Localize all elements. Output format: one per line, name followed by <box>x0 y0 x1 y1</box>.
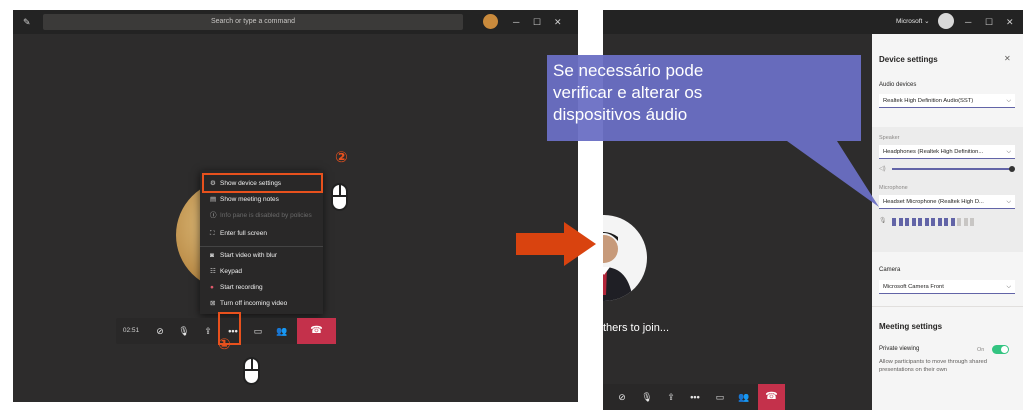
minimize-icon[interactable]: ─ <box>965 10 971 34</box>
private-viewing-state: On <box>977 347 985 353</box>
person-photo <box>603 232 633 301</box>
hang-up-button[interactable]: ☎ <box>297 318 336 344</box>
callout-text: Se necessário pode verificar e alterar o… <box>553 61 704 124</box>
title-bar: Microsoft ⌄ ─ ☐ ✕ <box>603 10 1023 34</box>
private-viewing-label: Private viewing <box>879 346 920 352</box>
chevron-down-icon: ⌵ <box>1006 199 1011 205</box>
title-bar: ✎ Search or type a command ─ ☐ ✕ <box>13 10 578 34</box>
keypad-icon: ☷ <box>210 268 216 275</box>
mic-level-bar <box>963 218 968 226</box>
call-controls: ⊘ 🎙 ⇪ ••• ▭ 👥 ☎ <box>603 384 785 410</box>
toggle-knob <box>1001 346 1008 353</box>
audio-devices-select[interactable]: Realtek High Definition Audio(SST) ⌵ <box>879 94 1015 108</box>
menu-item-info-pane: ⓘ Info pane is disabled by policies <box>200 208 323 224</box>
menu-divider <box>200 246 323 247</box>
menu-item-keypad[interactable]: ☷ Keypad <box>200 264 323 280</box>
minimize-icon[interactable]: ─ <box>513 10 519 34</box>
avatar[interactable] <box>938 13 954 29</box>
mic-level-bar <box>924 218 929 226</box>
section-divider <box>872 306 1023 307</box>
mic-level-bar <box>911 218 916 226</box>
close-icon[interactable]: ✕ <box>1004 54 1011 63</box>
menu-item-turn-off-incoming-video[interactable]: ⊠ Turn off incoming video <box>200 296 323 312</box>
search-input[interactable]: Search or type a command <box>43 14 463 30</box>
compose-icon[interactable]: ✎ <box>23 10 31 34</box>
left-teams-window: ✎ Search or type a command ─ ☐ ✕ ⚙ Show d… <box>13 10 578 402</box>
mic-level-bar <box>931 218 935 226</box>
step-1-marker: ① <box>218 335 231 353</box>
call-timer: 02:51 <box>122 327 140 334</box>
menu-item-start-recording[interactable]: ● Start recording <box>200 280 323 296</box>
camera-off-icon[interactable]: ⊘ <box>149 318 171 344</box>
hang-up-button[interactable]: ☎ <box>758 384 785 410</box>
private-viewing-description: Allow participants to move through share… <box>879 359 987 373</box>
microphone-level-meter <box>892 218 982 226</box>
blur-icon: ◙ <box>210 252 214 259</box>
mic-level-bar <box>957 218 961 226</box>
mouse-icon <box>331 183 348 211</box>
notes-icon: ▤ <box>210 196 217 203</box>
mic-level-bar <box>944 218 948 226</box>
share-screen-icon[interactable]: ⇪ <box>197 318 219 344</box>
avatar[interactable] <box>483 14 498 29</box>
camera-label: Camera <box>879 267 901 273</box>
chevron-down-icon: ⌵ <box>1006 149 1011 155</box>
mic-level-bar <box>970 218 974 226</box>
speaker-volume-knob[interactable] <box>1009 166 1015 172</box>
speaker-volume-slider[interactable] <box>892 166 1015 172</box>
device-settings-panel: Device settings ✕ Audio devices Realtek … <box>872 34 1023 410</box>
mic-level-bar <box>918 218 922 226</box>
participants-icon[interactable]: 👥 <box>733 384 755 410</box>
meeting-settings-title: Meeting settings <box>879 322 943 331</box>
menu-item-show-meeting-notes[interactable]: ▤ Show meeting notes <box>200 192 323 208</box>
microphone-icon[interactable]: 🎙 <box>636 384 658 410</box>
mic-level-bar <box>905 218 909 226</box>
panel-title: Device settings <box>879 55 938 64</box>
step-2-marker: ② <box>335 148 348 166</box>
mic-level-bar <box>892 218 896 226</box>
info-icon: ⓘ <box>210 212 217 219</box>
fullscreen-icon: ⛶ <box>210 230 215 237</box>
tenant-switcher[interactable]: Microsoft ⌄ <box>896 10 930 34</box>
camera-select[interactable]: Microsoft Camera Front ⌵ <box>879 280 1015 294</box>
more-actions-button[interactable]: ••• <box>684 384 706 410</box>
private-viewing-toggle[interactable] <box>992 345 1009 354</box>
maximize-icon[interactable]: ☐ <box>985 10 993 34</box>
mic-level-bar <box>898 218 903 226</box>
close-icon[interactable]: ✕ <box>1006 10 1014 34</box>
mic-level-bar <box>950 218 955 226</box>
mic-level-bar <box>937 218 942 226</box>
arrow-right-icon <box>516 222 596 266</box>
chevron-down-icon: ⌵ <box>1006 98 1011 104</box>
participant-avatar <box>603 215 647 301</box>
record-icon: ● <box>210 284 214 291</box>
video-off-icon: ⊠ <box>210 300 216 307</box>
mouse-icon <box>243 357 260 385</box>
microphone-level-icon: 🎙 <box>879 218 887 224</box>
microphone-icon[interactable]: 🎙 <box>173 318 195 344</box>
speaker-volume-fill <box>892 168 1012 170</box>
close-icon[interactable]: ✕ <box>554 10 562 34</box>
chat-icon[interactable]: ▭ <box>709 384 731 410</box>
chevron-down-icon: ⌵ <box>1006 284 1011 290</box>
maximize-icon[interactable]: ☐ <box>533 10 541 34</box>
highlight-show-device-settings <box>202 173 323 193</box>
microphone-select[interactable]: Headset Microphone (Realtek High D... ⌵ <box>879 195 1015 209</box>
share-screen-icon[interactable]: ⇪ <box>660 384 682 410</box>
menu-item-start-video-with-blur[interactable]: ◙ Start video with blur <box>200 248 323 264</box>
menu-item-enter-full-screen[interactable]: ⛶ Enter full screen <box>200 226 323 242</box>
speaker-select[interactable]: Headphones (Realtek High Definition... ⌵ <box>879 145 1015 159</box>
camera-off-icon[interactable]: ⊘ <box>611 384 633 410</box>
participants-icon[interactable]: 👥 <box>271 318 293 344</box>
chat-icon[interactable]: ▭ <box>247 318 269 344</box>
waiting-message: thers to join... <box>603 322 670 334</box>
